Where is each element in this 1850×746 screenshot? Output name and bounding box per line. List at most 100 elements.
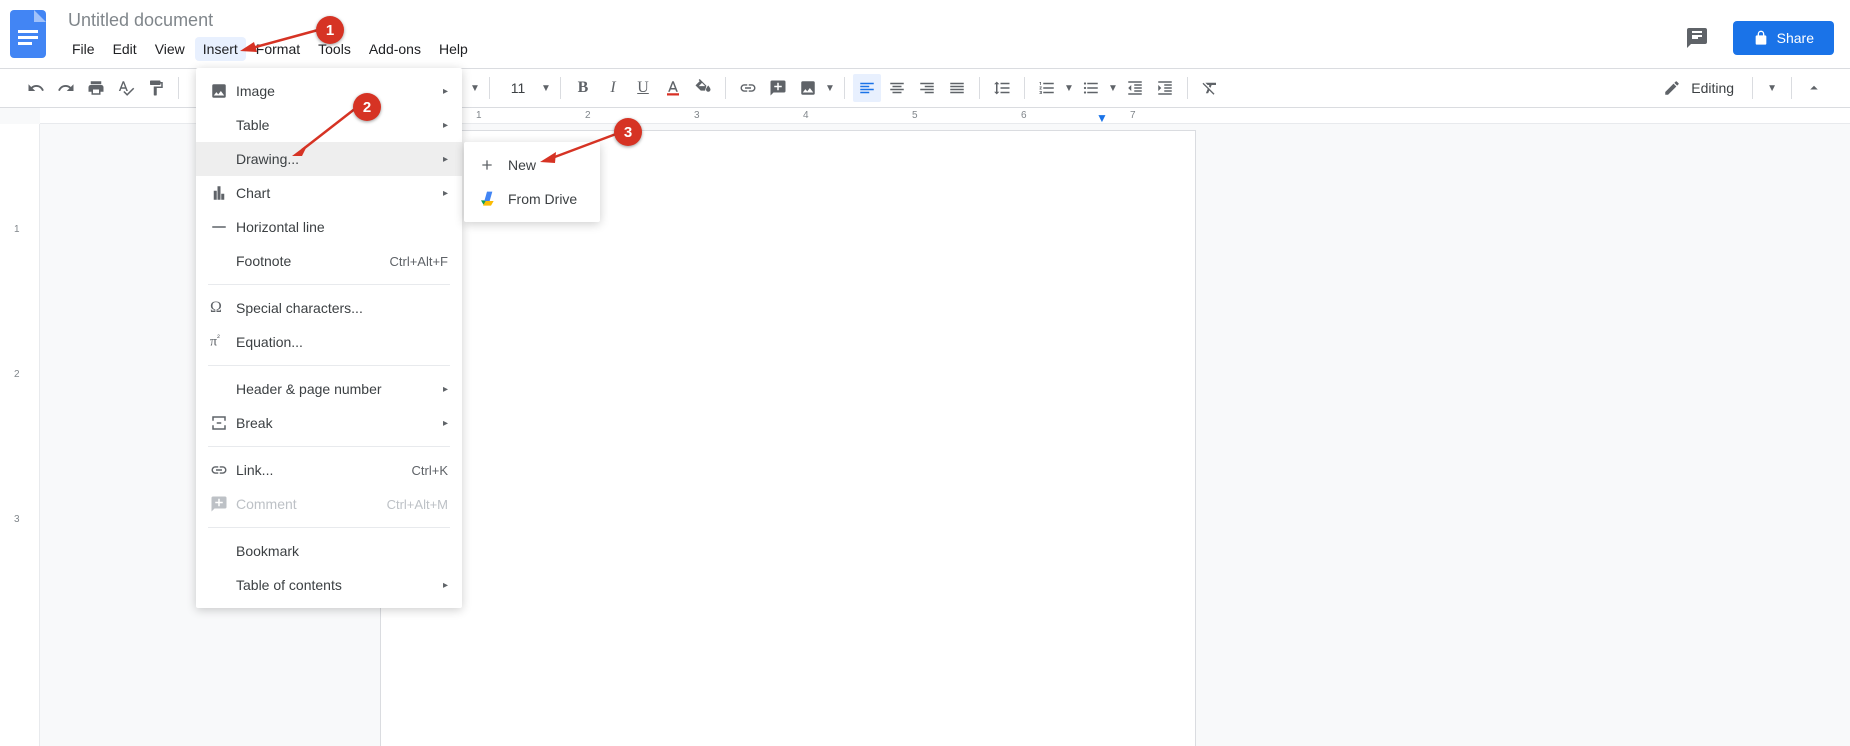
- annotation-badge-1: 1: [316, 16, 344, 44]
- annotation-arrow-3: [540, 130, 618, 164]
- menu-file[interactable]: File: [64, 37, 103, 61]
- h-ruler-tick: 4: [803, 110, 809, 121]
- underline-button[interactable]: U: [629, 74, 657, 102]
- insert-chart[interactable]: Chart▸: [196, 176, 462, 210]
- v-ruler-tick: 3: [14, 514, 20, 525]
- insert-image-button[interactable]: [794, 74, 822, 102]
- annotation-arrow-1: [240, 26, 320, 52]
- drive-icon: [478, 191, 496, 207]
- menu-item-shortcut: Ctrl+K: [412, 463, 448, 478]
- drawing-from-drive[interactable]: From Drive: [464, 182, 600, 216]
- v-ruler-tick: 1: [14, 224, 20, 235]
- font-size-dropdown[interactable]: ▼: [540, 83, 552, 94]
- h-ruler-tick: 5: [912, 110, 918, 121]
- share-button[interactable]: Share: [1733, 21, 1834, 55]
- bulleted-list-dropdown[interactable]: ▼: [1107, 83, 1119, 94]
- numbered-list-button[interactable]: [1033, 74, 1061, 102]
- insert-break[interactable]: Break▸: [196, 406, 462, 440]
- menu-insert[interactable]: Insert: [195, 37, 246, 61]
- collapse-toolbar-button[interactable]: [1800, 74, 1828, 102]
- text-color-button[interactable]: [659, 74, 687, 102]
- insert-bookmark[interactable]: Bookmark: [196, 534, 462, 568]
- vertical-ruler[interactable]: 1 2 3: [0, 124, 40, 746]
- menu-item-label: Footnote: [236, 253, 389, 269]
- h-ruler-tick: 2: [585, 110, 591, 121]
- insert-special-characters[interactable]: ΩSpecial characters...: [196, 291, 462, 325]
- bold-button[interactable]: B: [569, 74, 597, 102]
- menu-item-label: Table of contents: [236, 577, 436, 593]
- numbered-list-dropdown[interactable]: ▼: [1063, 83, 1075, 94]
- editing-mode-label: Editing: [1691, 80, 1734, 96]
- clear-formatting-button[interactable]: [1196, 74, 1224, 102]
- pi-icon: π²: [210, 333, 236, 351]
- line-spacing-button[interactable]: [988, 74, 1016, 102]
- submenu-caret-icon: ▸: [436, 120, 448, 131]
- annotation-badge-3: 3: [614, 118, 642, 146]
- highlight-button[interactable]: [689, 74, 717, 102]
- font-size-input[interactable]: 11: [498, 80, 538, 96]
- italic-button[interactable]: I: [599, 74, 627, 102]
- menu-help[interactable]: Help: [431, 37, 476, 61]
- menu-item-label: Link...: [236, 462, 412, 478]
- insert-link-button[interactable]: [734, 74, 762, 102]
- docs-app-icon[interactable]: [8, 8, 48, 60]
- insert-footnote[interactable]: FootnoteCtrl+Alt+F: [196, 244, 462, 278]
- image-icon: [210, 82, 236, 100]
- indent-marker-icon[interactable]: ▼: [1096, 111, 1108, 125]
- menu-item-shortcut: Ctrl+Alt+M: [387, 497, 448, 512]
- menu-view[interactable]: View: [147, 37, 193, 61]
- menu-item-label: Special characters...: [236, 300, 448, 316]
- insert-header-page-number[interactable]: Header & page number▸: [196, 372, 462, 406]
- insert-link[interactable]: Link...Ctrl+K: [196, 453, 462, 487]
- redo-button[interactable]: [52, 74, 80, 102]
- comment-icon: [210, 495, 236, 513]
- comments-button[interactable]: [1677, 18, 1717, 58]
- lock-icon: [1753, 30, 1769, 46]
- indent-button[interactable]: [1151, 74, 1179, 102]
- break-icon: [210, 414, 236, 432]
- bulleted-list-button[interactable]: [1077, 74, 1105, 102]
- paint-format-button[interactable]: [142, 74, 170, 102]
- menu-item-shortcut: Ctrl+Alt+F: [389, 254, 448, 269]
- annotation-badge-2: 2: [353, 93, 381, 121]
- menu-item-label: Horizontal line: [236, 219, 448, 235]
- menu-addons[interactable]: Add-ons: [361, 37, 429, 61]
- editing-mode-dropdown[interactable]: ▼: [1761, 83, 1783, 94]
- share-label: Share: [1777, 30, 1814, 46]
- menu-divider: [208, 446, 450, 447]
- insert-horizontal-line[interactable]: Horizontal line: [196, 210, 462, 244]
- submenu-item-label: From Drive: [508, 191, 577, 207]
- insert-image[interactable]: Image▸: [196, 74, 462, 108]
- insert-image-dropdown[interactable]: ▼: [824, 83, 836, 94]
- submenu-caret-icon: ▸: [436, 86, 448, 97]
- v-ruler-tick: 2: [14, 369, 20, 380]
- align-justify-button[interactable]: [943, 74, 971, 102]
- outdent-button[interactable]: [1121, 74, 1149, 102]
- h-ruler-tick: 7: [1130, 110, 1136, 121]
- link-icon: [210, 461, 236, 479]
- align-center-button[interactable]: [883, 74, 911, 102]
- add-comment-button[interactable]: [764, 74, 792, 102]
- hr-icon: [210, 218, 236, 236]
- document-page[interactable]: [380, 130, 1196, 746]
- menu-divider: [208, 365, 450, 366]
- plus-icon: [478, 157, 496, 173]
- print-button[interactable]: [82, 74, 110, 102]
- submenu-caret-icon: ▸: [436, 580, 448, 591]
- insert-equation[interactable]: π²Equation...: [196, 325, 462, 359]
- align-left-button[interactable]: [853, 74, 881, 102]
- omega-icon: Ω: [210, 299, 236, 317]
- submenu-caret-icon: ▸: [436, 154, 448, 165]
- menu-item-label: Comment: [236, 496, 387, 512]
- styles-dropdown[interactable]: ▼: [469, 83, 481, 94]
- annotation-arrow-2: [290, 104, 358, 156]
- menu-item-label: Header & page number: [236, 381, 436, 397]
- undo-button[interactable]: [22, 74, 50, 102]
- insert-table-of-contents[interactable]: Table of contents▸: [196, 568, 462, 602]
- menu-edit[interactable]: Edit: [105, 37, 145, 61]
- menu-divider: [208, 527, 450, 528]
- spellcheck-button[interactable]: [112, 74, 140, 102]
- editing-mode-button[interactable]: Editing: [1653, 75, 1744, 101]
- align-right-button[interactable]: [913, 74, 941, 102]
- menu-item-label: Equation...: [236, 334, 448, 350]
